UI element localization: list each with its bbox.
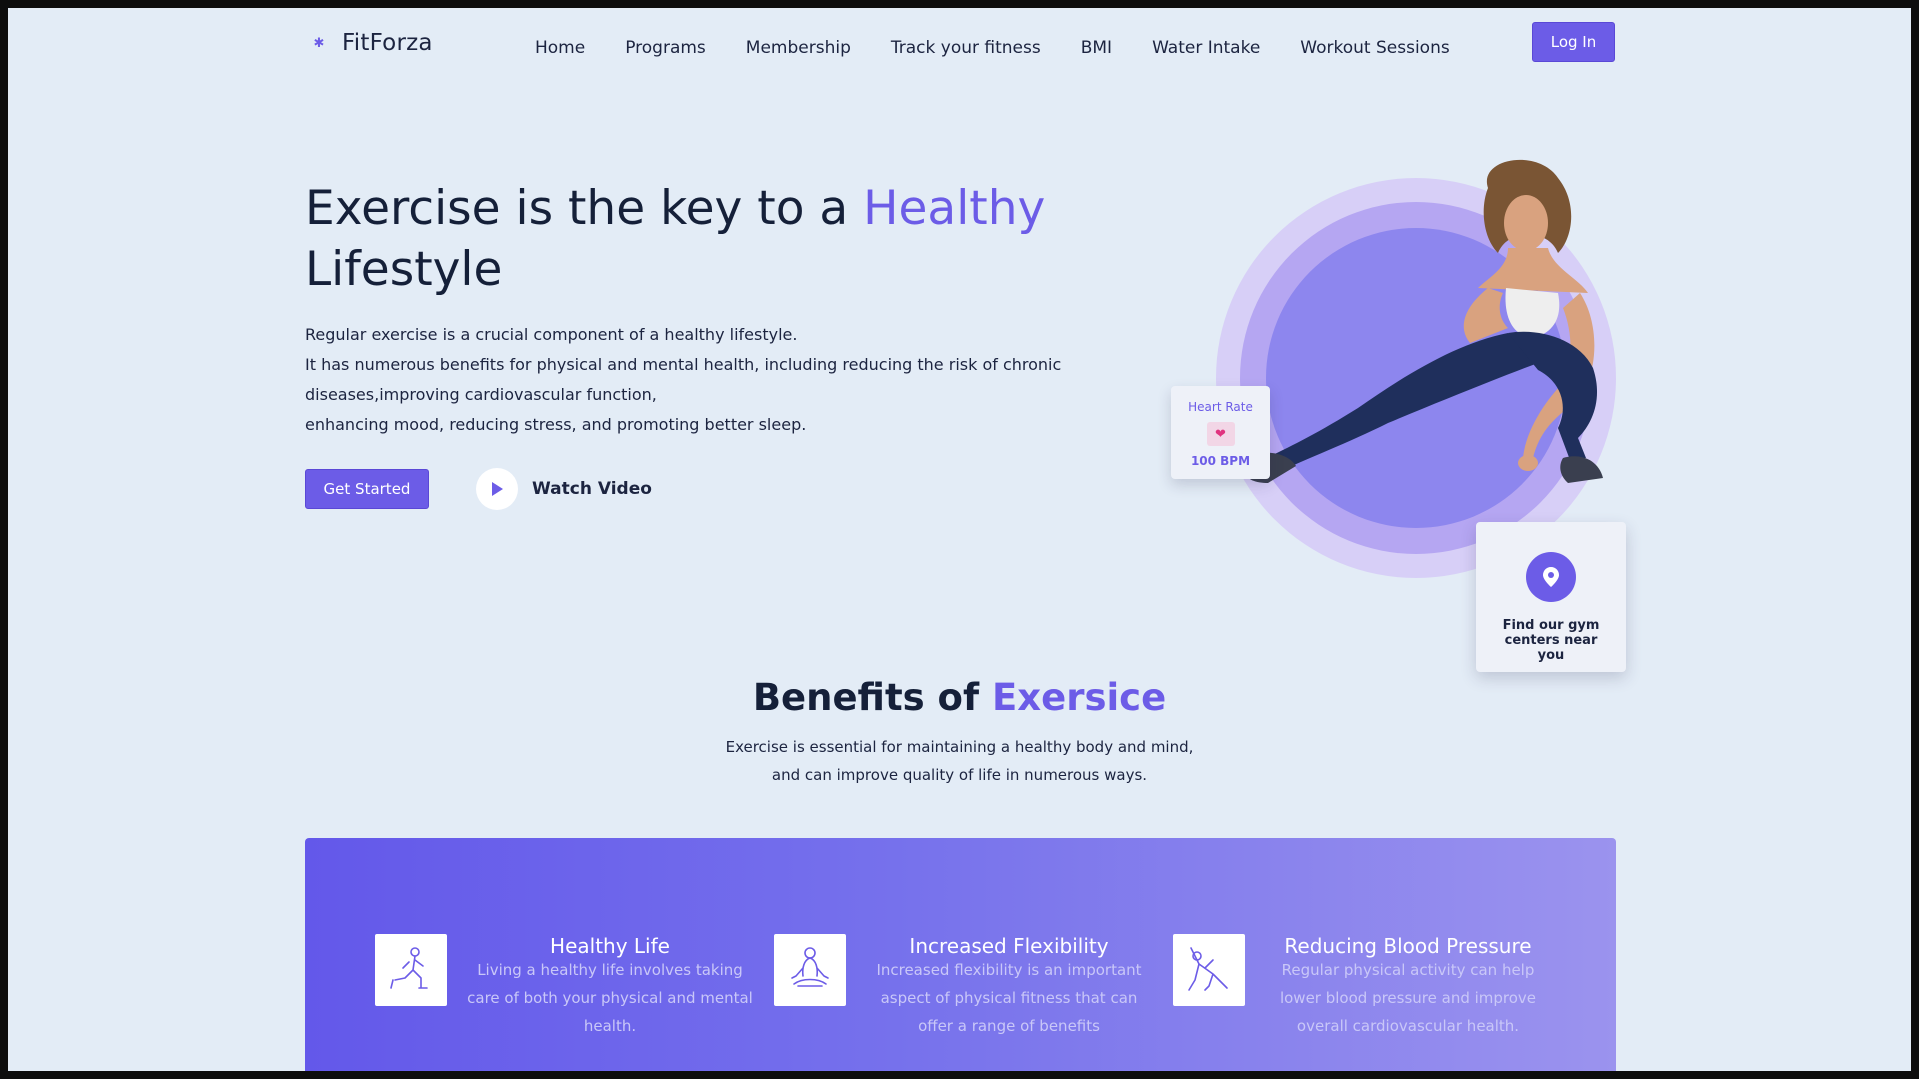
hero-desc-line: Regular exercise is a crucial component … xyxy=(305,325,798,344)
benefit-blood-pressure: Reducing Blood Pressure Regular physical… xyxy=(1173,934,1553,1035)
brand-name: FitForza xyxy=(342,30,433,56)
meditation-figure-icon xyxy=(774,934,846,1006)
logo-icon: ✱ xyxy=(313,35,325,51)
nav-links: Home Programs Membership Track your fitn… xyxy=(535,38,1490,58)
athlete-image xyxy=(1244,159,1603,483)
benefit-flexibility: Increased Flexibility Increased flexibil… xyxy=(774,934,1154,1035)
hero-description: Regular exercise is a crucial component … xyxy=(305,320,1205,440)
benefits-subtitle-line: Exercise is essential for maintaining a … xyxy=(725,738,1194,756)
hero-desc-line: It has numerous benefits for physical an… xyxy=(305,355,1062,404)
lunge-figure-icon xyxy=(375,934,447,1006)
benefit-text: Regular physical activity can help lower… xyxy=(1279,961,1537,1035)
benefit-text: Living a healthy life involves taking ca… xyxy=(467,961,753,1035)
hero-title-part2: Lifestyle xyxy=(305,242,503,297)
logo[interactable]: ✱ FitForza xyxy=(310,30,433,56)
benefits-subtitle: Exercise is essential for maintaining a … xyxy=(8,733,1911,789)
hero-title-accent: Healthy xyxy=(863,181,1046,236)
play-icon[interactable] xyxy=(476,468,518,510)
heart-rate-title: Heart Rate xyxy=(1188,400,1253,414)
hero-desc-line: enhancing mood, reducing stress, and pro… xyxy=(305,415,807,434)
get-started-button[interactable]: Get Started xyxy=(305,469,429,509)
nav-workout-sessions[interactable]: Workout Sessions xyxy=(1300,38,1449,58)
hero-title-part1: Exercise is the key to a xyxy=(305,181,864,236)
navbar: ✱ FitForza Home Programs Membership Trac… xyxy=(8,8,1911,78)
heart-icon: ❤ xyxy=(1206,422,1235,446)
find-gym-text: Find our gym centers near you xyxy=(1502,618,1600,663)
benefits-subtitle-line: and can improve quality of life in numer… xyxy=(771,766,1148,784)
benefit-title: Increased Flexibility xyxy=(909,934,1109,958)
login-button[interactable]: Log In xyxy=(1532,22,1615,62)
nav-bmi[interactable]: BMI xyxy=(1081,38,1112,58)
benefit-title: Healthy Life xyxy=(550,934,670,958)
nav-track-fitness[interactable]: Track your fitness xyxy=(891,38,1041,58)
heart-rate-value: 100 BPM xyxy=(1190,454,1251,468)
benefit-healthy-life: Healthy Life Living a healthy life invol… xyxy=(375,934,755,1035)
location-pin-icon xyxy=(1526,552,1576,602)
nav-membership[interactable]: Membership xyxy=(746,38,851,58)
hero-title: Exercise is the key to a Healthy Lifestyl… xyxy=(305,178,1065,300)
nav-water-intake[interactable]: Water Intake xyxy=(1152,38,1260,58)
find-gym-card[interactable]: Find our gym centers near you xyxy=(1476,522,1626,672)
heart-rate-card: Heart Rate ❤ 100 BPM xyxy=(1171,386,1270,479)
watch-video-button[interactable]: Watch Video xyxy=(476,468,652,510)
watch-video-label: Watch Video xyxy=(532,479,652,499)
nav-programs[interactable]: Programs xyxy=(625,38,706,58)
page: ✱ FitForza Home Programs Membership Trac… xyxy=(8,8,1911,1071)
benefits-title-accent: Exersice xyxy=(991,676,1167,719)
benefit-title: Reducing Blood Pressure xyxy=(1284,934,1532,958)
benefits-title-part1: Benefits of xyxy=(752,676,992,719)
stretch-figure-icon xyxy=(1173,934,1245,1006)
benefits-title: Benefits of Exersice xyxy=(8,676,1911,719)
nav-home[interactable]: Home xyxy=(535,38,585,58)
benefit-text: Increased flexibility is an important as… xyxy=(876,961,1142,1035)
benefits-panel: Healthy Life Living a healthy life invol… xyxy=(305,838,1616,1071)
